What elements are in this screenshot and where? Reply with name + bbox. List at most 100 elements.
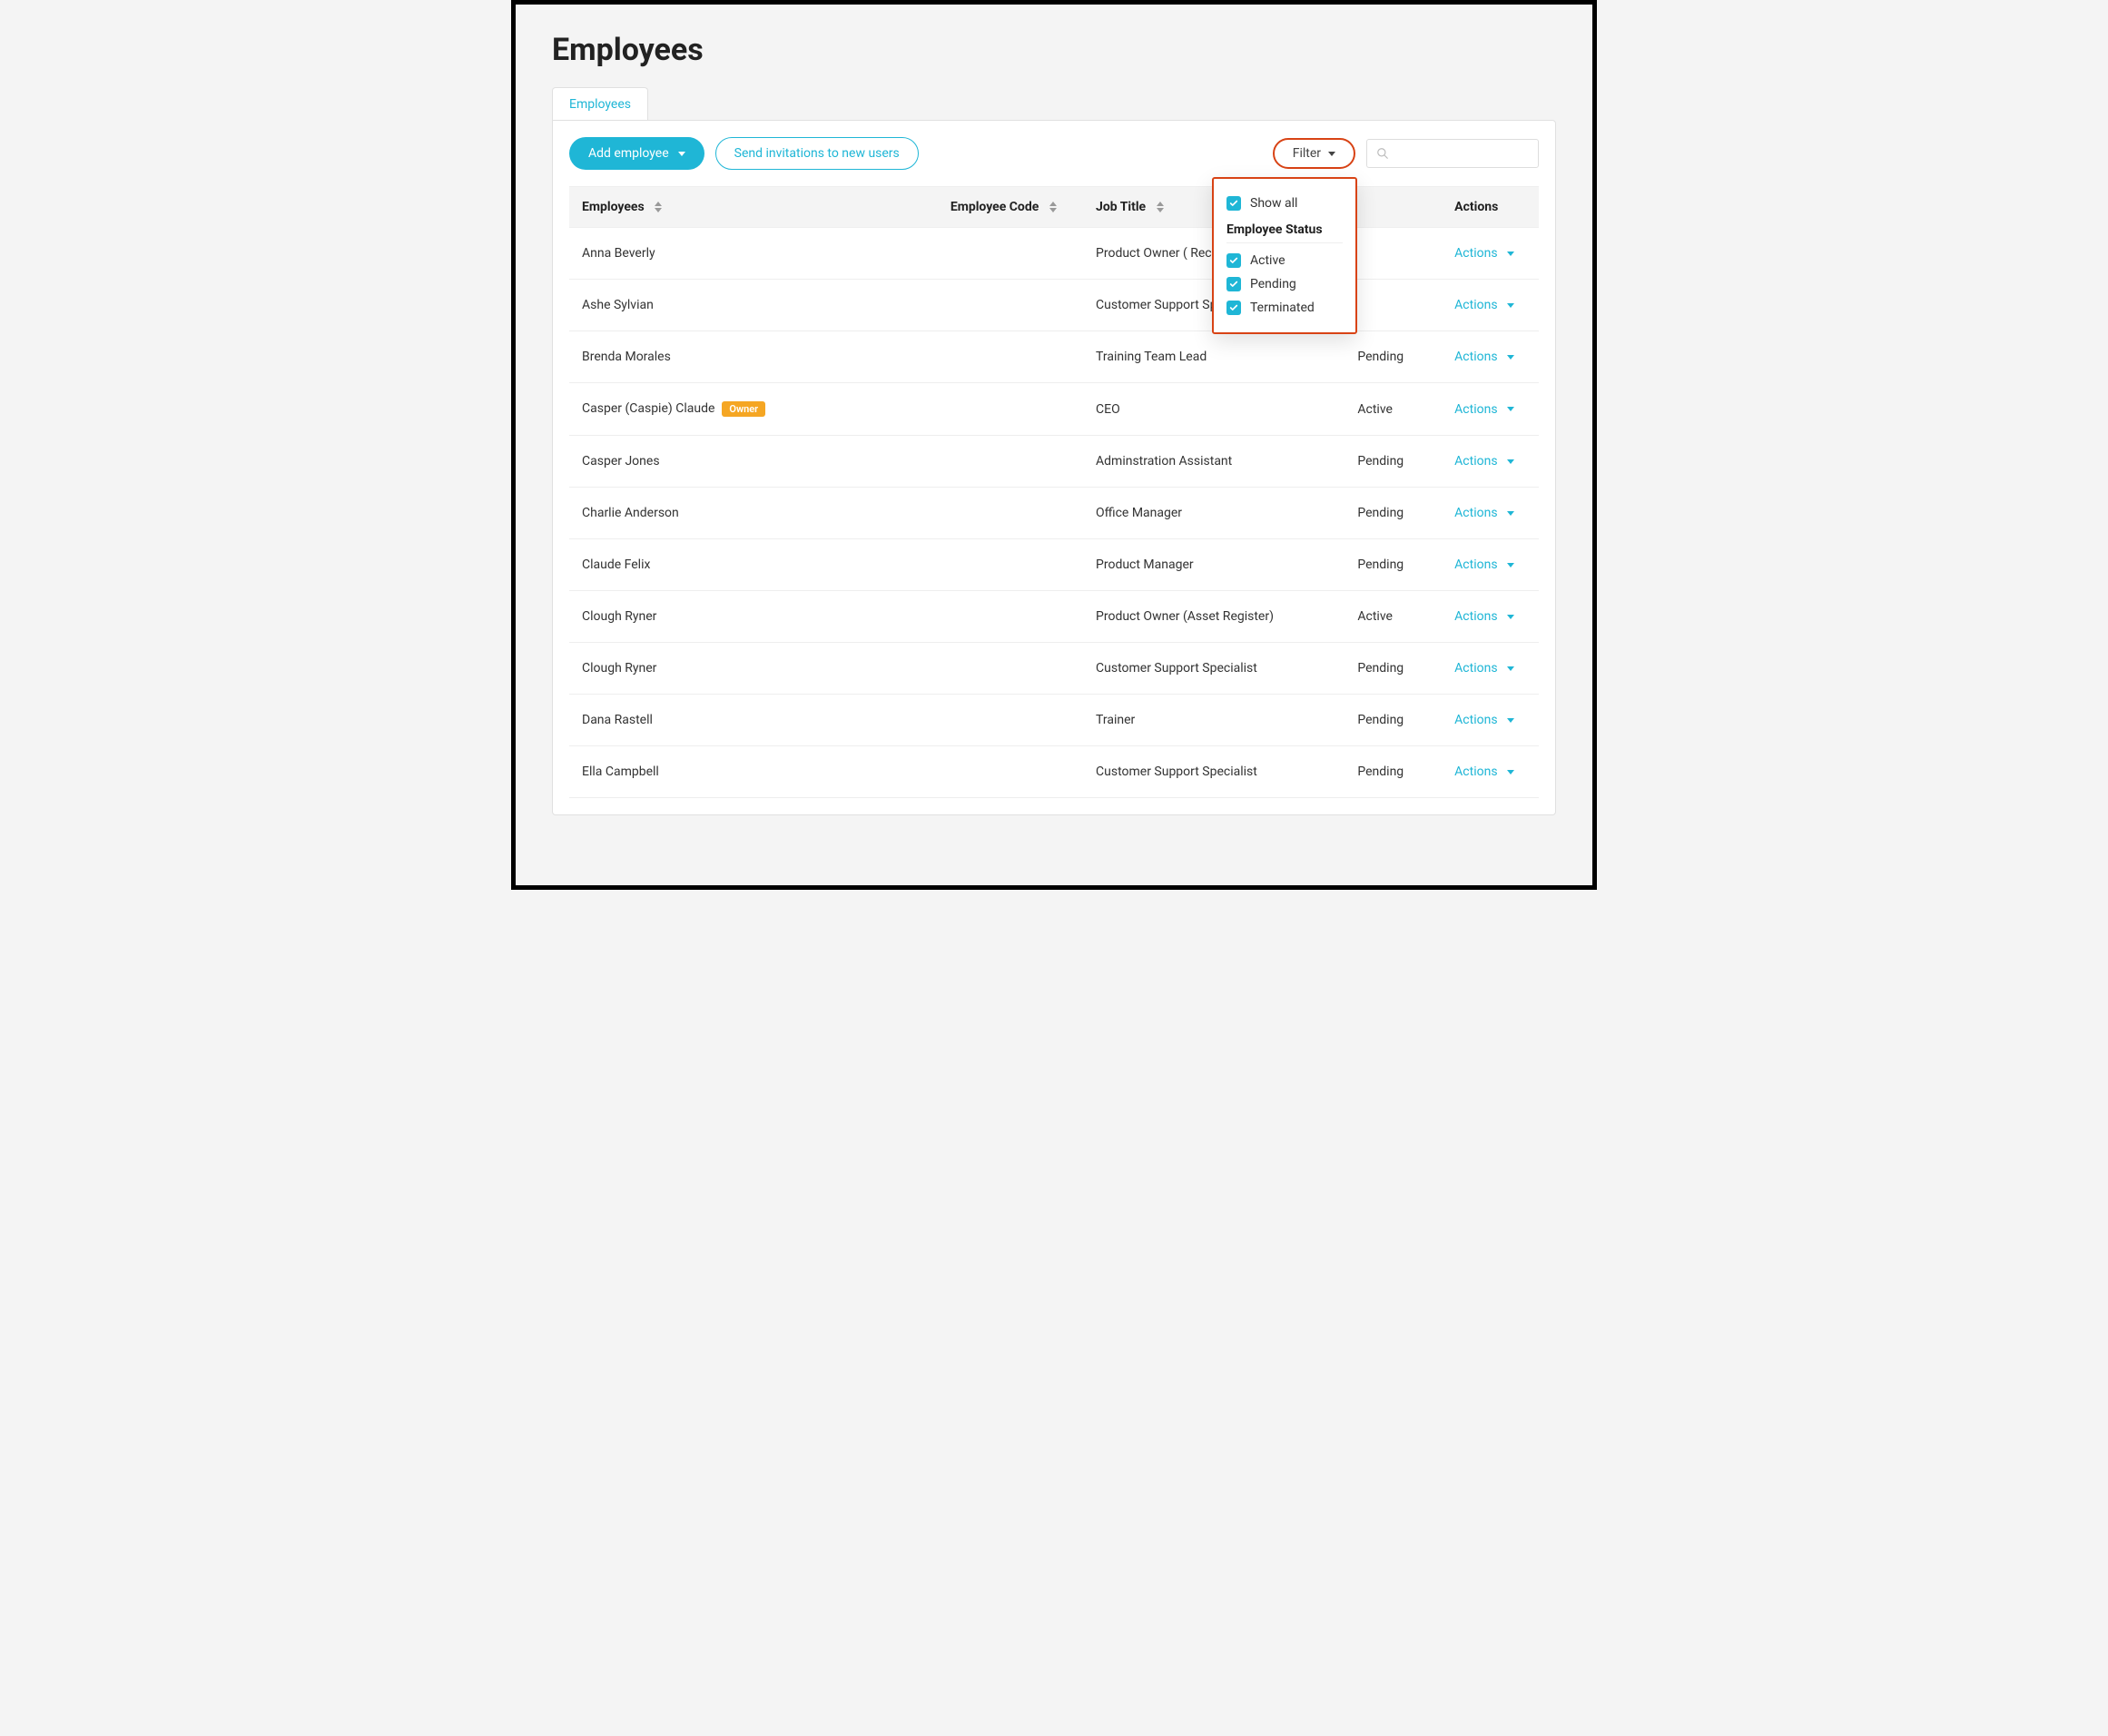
- actions-label: Actions: [1454, 454, 1497, 469]
- tab-employees[interactable]: Employees: [552, 87, 648, 121]
- filter-button[interactable]: Filter: [1273, 138, 1355, 169]
- cell-employee-code: [938, 643, 1083, 695]
- filter-show-all[interactable]: Show all: [1226, 192, 1343, 215]
- tabs: Employees: [516, 86, 1592, 120]
- cell-status: Pending: [1345, 643, 1442, 695]
- cell-employee-name: Claude Felix: [569, 539, 938, 591]
- toolbar: Add employee Send invitations to new use…: [569, 137, 1539, 170]
- actions-dropdown[interactable]: Actions: [1454, 402, 1513, 417]
- filter-option[interactable]: Active: [1226, 249, 1343, 272]
- filter-section-title: Employee Status: [1226, 215, 1343, 243]
- page-title: Employees: [516, 5, 1592, 86]
- actions-dropdown[interactable]: Actions: [1454, 557, 1513, 572]
- table-row: Charlie AndersonOffice ManagerPendingAct…: [569, 488, 1539, 539]
- cell-employee-name: Clough Ryner: [569, 643, 938, 695]
- table-row: Anna BeverlyProduct Owner ( Recognition …: [569, 228, 1539, 280]
- chevron-down-icon: [1507, 407, 1514, 411]
- search-input[interactable]: [1396, 145, 1529, 162]
- filter-option[interactable]: Pending: [1226, 272, 1343, 296]
- table-row: Dana RastellTrainerPendingActions: [569, 695, 1539, 746]
- table-row: Ashe SylvianCustomer Support SpecialistA…: [569, 280, 1539, 331]
- send-invitations-button[interactable]: Send invitations to new users: [715, 137, 919, 170]
- cell-actions: Actions: [1442, 280, 1539, 331]
- search-icon: [1376, 147, 1389, 160]
- cell-employee-name: Casper Jones: [569, 436, 938, 488]
- cell-job-title: CEO: [1083, 383, 1345, 436]
- col-header-code-label: Employee Code: [951, 200, 1039, 214]
- cell-job-title: Product Owner (Asset Register): [1083, 591, 1345, 643]
- table-row: Casper Jones Adminstration AssistantPendi…: [569, 436, 1539, 488]
- table-header-row: Employees Employee Code Job Title: [569, 187, 1539, 228]
- cell-employee-code: [938, 436, 1083, 488]
- cell-employee-code: [938, 383, 1083, 436]
- actions-dropdown[interactable]: Actions: [1454, 713, 1513, 727]
- chevron-down-icon: [1507, 718, 1514, 723]
- filter-show-all-label: Show all: [1250, 196, 1297, 211]
- cell-job-title: Adminstration Assistant: [1083, 436, 1345, 488]
- cell-status: Pending: [1345, 746, 1442, 798]
- cell-actions: Actions: [1442, 695, 1539, 746]
- cell-employee-code: [938, 228, 1083, 280]
- actions-dropdown[interactable]: Actions: [1454, 661, 1513, 676]
- chevron-down-icon: [1507, 355, 1514, 360]
- chevron-down-icon: [1507, 770, 1514, 774]
- actions-dropdown[interactable]: Actions: [1454, 454, 1513, 469]
- sort-icon: [1157, 202, 1164, 212]
- employee-name: Brenda Morales: [582, 350, 671, 364]
- checkbox-checked-icon: [1226, 277, 1241, 291]
- cell-status: [1345, 228, 1442, 280]
- cell-status: Pending: [1345, 436, 1442, 488]
- employee-name: Dana Rastell: [582, 713, 653, 727]
- actions-dropdown[interactable]: Actions: [1454, 298, 1513, 312]
- employees-table: Employees Employee Code Job Title: [569, 186, 1539, 798]
- actions-label: Actions: [1454, 246, 1497, 261]
- cell-status: Active: [1345, 591, 1442, 643]
- cell-actions: Actions: [1442, 591, 1539, 643]
- actions-dropdown[interactable]: Actions: [1454, 350, 1513, 364]
- content-panel: Add employee Send invitations to new use…: [552, 120, 1556, 815]
- search-box[interactable]: [1366, 139, 1539, 168]
- actions-dropdown[interactable]: Actions: [1454, 246, 1513, 261]
- actions-dropdown[interactable]: Actions: [1454, 764, 1513, 779]
- cell-actions: Actions: [1442, 331, 1539, 383]
- actions-label: Actions: [1454, 557, 1497, 572]
- chevron-down-icon: [678, 152, 685, 156]
- sort-icon: [655, 202, 662, 212]
- table-row: Clough RynerCustomer Support SpecialistP…: [569, 643, 1539, 695]
- actions-label: Actions: [1454, 713, 1497, 727]
- filter-option-label: Active: [1250, 253, 1285, 268]
- actions-label: Actions: [1454, 661, 1497, 676]
- employee-name: Ella Campbell: [582, 764, 659, 779]
- chevron-down-icon: [1507, 459, 1514, 464]
- cell-actions: Actions: [1442, 228, 1539, 280]
- col-header-employees[interactable]: Employees: [569, 187, 938, 228]
- employee-name: Casper (Caspie) Claude: [582, 401, 714, 416]
- chevron-down-icon: [1507, 563, 1514, 567]
- cell-employee-name: Ella Campbell: [569, 746, 938, 798]
- cell-job-title: Customer Support Specialist: [1083, 746, 1345, 798]
- col-header-title-label: Job Title: [1096, 200, 1146, 214]
- cell-status: Pending: [1345, 695, 1442, 746]
- filter-option[interactable]: Terminated: [1226, 296, 1343, 320]
- cell-status: Pending: [1345, 488, 1442, 539]
- add-employee-button[interactable]: Add employee: [569, 137, 704, 170]
- cell-job-title: Training Team Lead: [1083, 331, 1345, 383]
- cell-actions: Actions: [1442, 746, 1539, 798]
- col-header-status: [1345, 187, 1442, 228]
- table-row: Claude FelixProduct ManagerPendingAction…: [569, 539, 1539, 591]
- table-row: Ella Campbell Customer Support Specialist…: [569, 746, 1539, 798]
- cell-employee-name: Charlie Anderson: [569, 488, 938, 539]
- actions-label: Actions: [1454, 350, 1497, 364]
- col-header-code[interactable]: Employee Code: [938, 187, 1083, 228]
- actions-dropdown[interactable]: Actions: [1454, 609, 1513, 624]
- actions-dropdown[interactable]: Actions: [1454, 506, 1513, 520]
- cell-status: [1345, 280, 1442, 331]
- add-employee-label: Add employee: [588, 146, 669, 161]
- chevron-down-icon: [1507, 615, 1514, 619]
- sort-icon: [1049, 202, 1057, 212]
- chevron-down-icon: [1507, 511, 1514, 516]
- chevron-down-icon: [1507, 303, 1514, 308]
- cell-employee-code: [938, 331, 1083, 383]
- cell-actions: Actions: [1442, 383, 1539, 436]
- table-row: Brenda MoralesTraining Team LeadPendingA…: [569, 331, 1539, 383]
